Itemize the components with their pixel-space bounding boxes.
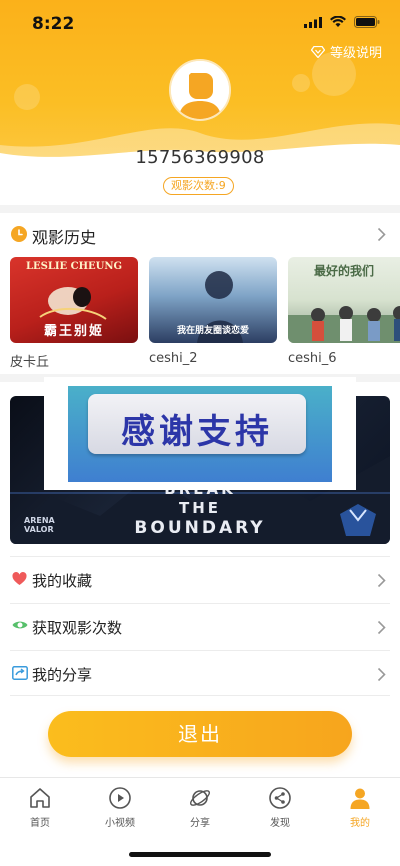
history-title: 观影历史 <box>32 228 97 247</box>
share-icon <box>12 666 28 680</box>
history-header[interactable]: 观影历史 <box>0 214 400 254</box>
clock-icon <box>11 226 27 242</box>
arena-valor-logo: ARENA VALOR <box>24 516 55 534</box>
tab-label: 小视频 <box>105 818 135 829</box>
history-card[interactable]: 我在朋友圈谈恋爱 ceshi_2 <box>149 257 277 366</box>
diamond-icon <box>310 45 325 58</box>
history-card-title: 皮卡丘 <box>10 355 50 370</box>
status-time: 8:22 <box>32 14 75 34</box>
section-divider <box>0 205 400 213</box>
planet-icon <box>190 790 210 806</box>
menu-label: 获取观影次数 <box>32 619 123 637</box>
menu-item-favorites[interactable]: 我的收藏 <box>10 556 390 602</box>
history-card[interactable]: LESLIE CHEUNG 霸王别姬 皮卡丘 <box>10 257 138 370</box>
status-bar: 8:22 <box>0 0 400 48</box>
chevron-right-icon <box>377 620 386 635</box>
wifi-icon <box>330 16 346 27</box>
history-card-title: ceshi_6 <box>288 351 337 366</box>
tab-label: 我的 <box>350 818 370 829</box>
chevron-right-icon <box>377 227 386 242</box>
user-silhouette-icon <box>171 61 229 119</box>
thanks-overlay: 感谢支持 <box>44 377 356 490</box>
chevron-right-icon <box>377 667 386 682</box>
menu-item-get-views[interactable]: 获取观影次数 <box>10 603 390 649</box>
thanks-plate: 感谢支持 <box>88 394 306 454</box>
tab-short-video[interactable]: 小视频 <box>80 786 160 829</box>
movie-poster: LESLIE CHEUNG 霸王别姬 <box>10 257 138 343</box>
tab-mine[interactable]: 我的 <box>320 786 400 829</box>
views-count-badge: 观影次数:9 <box>163 177 234 195</box>
logout-button[interactable]: 退出 <box>48 711 352 757</box>
thanks-image: 感谢支持 <box>68 386 332 482</box>
menu-label: 我的分享 <box>32 666 93 684</box>
movie-poster: 最好的我们 <box>288 257 400 343</box>
tab-discover[interactable]: 发现 <box>240 786 320 829</box>
poster-art <box>288 306 400 343</box>
battery-icon <box>354 16 380 28</box>
tab-share[interactable]: 分享 <box>160 786 240 829</box>
signal-icon <box>304 16 322 28</box>
home-indicator <box>129 852 271 857</box>
thanks-text: 感谢支持 <box>121 412 273 452</box>
level-info-link[interactable]: 等级说明 <box>310 42 382 61</box>
poster-bottom-text: 霸王别姬 <box>43 324 104 339</box>
person-icon <box>350 788 370 809</box>
history-list: LESLIE CHEUNG 霸王别姬 皮卡丘 我在朋友圈谈恋爱 ceshi_2 … <box>10 257 400 372</box>
tab-label: 首页 <box>30 818 50 829</box>
tab-home[interactable]: 首页 <box>0 786 80 829</box>
tab-label: 发现 <box>270 818 290 829</box>
share-nodes-icon <box>269 787 291 809</box>
user-phone: 15756369908 <box>135 147 265 168</box>
menu-label: 我的收藏 <box>32 572 93 590</box>
decor-bubble <box>292 74 310 92</box>
play-icon <box>109 787 131 809</box>
poster-bottom-text: 我在朋友圈谈恋爱 <box>176 326 249 336</box>
menu-item-share[interactable]: 我的分享 <box>10 650 390 696</box>
home-icon <box>30 788 50 808</box>
movie-poster: 我在朋友圈谈恋爱 <box>149 257 277 343</box>
heart-icon <box>12 572 27 585</box>
avatar[interactable] <box>169 59 231 121</box>
history-card[interactable]: 最好的我们 ceshi_6 <box>288 257 400 366</box>
banner-line-2: THE <box>178 499 222 517</box>
chevron-right-icon <box>377 573 386 588</box>
level-info-label: 等级说明 <box>329 46 382 61</box>
tab-label: 分享 <box>190 818 210 829</box>
history-card-title: ceshi_2 <box>149 351 198 366</box>
eye-icon <box>12 621 28 629</box>
banner-line-3: BOUNDARY <box>134 518 266 538</box>
